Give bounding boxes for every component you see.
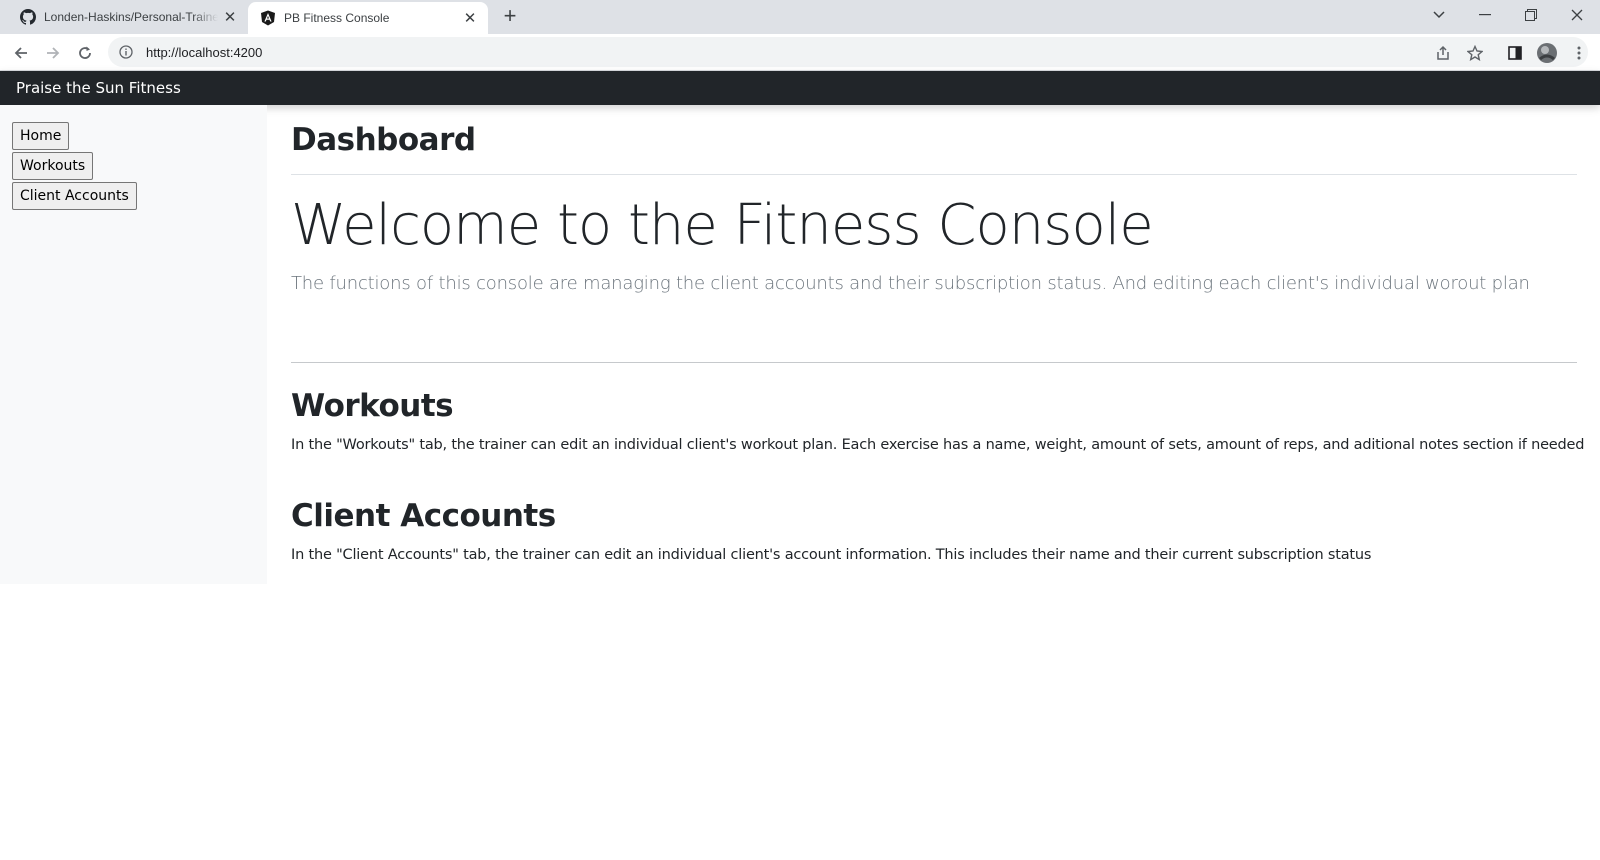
browser-tab-pb-fitness[interactable]: PB Fitness Console ✕ — [248, 2, 488, 34]
sidebar-button-client-accounts[interactable]: Client Accounts — [12, 182, 137, 210]
share-icon[interactable] — [1430, 40, 1456, 66]
welcome-heading: Welcome to the Fitness Console — [291, 193, 1154, 258]
title-divider — [291, 174, 1577, 175]
bookmark-star-icon[interactable] — [1462, 40, 1488, 66]
workouts-description: In the "Workouts" tab, the trainer can e… — [291, 437, 1585, 453]
profile-avatar[interactable] — [1534, 40, 1560, 66]
address-bar[interactable]: http://localhost:4200 — [108, 37, 1588, 67]
angular-icon — [261, 10, 275, 26]
sidebar: Home Workouts Client Accounts — [0, 105, 267, 584]
navbar-brand[interactable]: Praise the Sun Fitness — [16, 79, 181, 97]
new-tab-icon[interactable]: + — [498, 5, 522, 29]
lead-paragraph: The functions of this console are managi… — [291, 273, 1530, 294]
client-accounts-heading: Client Accounts — [291, 498, 556, 534]
app-navbar: Praise the Sun Fitness — [0, 71, 1600, 105]
close-window-icon[interactable] — [1554, 0, 1600, 30]
url-text: http://localhost:4200 — [146, 44, 263, 60]
github-icon — [20, 9, 36, 25]
workouts-heading: Workouts — [291, 388, 454, 424]
sidebar-button-home[interactable]: Home — [12, 122, 70, 150]
side-panel-icon[interactable] — [1502, 40, 1528, 66]
tab-title: Londen-Haskins/Personal-Trainer — [44, 10, 218, 24]
site-info-icon[interactable] — [118, 44, 134, 60]
tab-search-icon[interactable] — [1416, 0, 1462, 30]
menu-kebab-icon[interactable] — [1566, 40, 1592, 66]
reload-icon[interactable] — [72, 40, 98, 66]
window-controls — [1416, 0, 1600, 34]
browser-toolbar: http://localhost:4200 — [0, 34, 1600, 71]
client-accounts-description: In the "Client Accounts" tab, the traine… — [291, 547, 1372, 563]
sidebar-button-workouts[interactable]: Workouts — [12, 152, 94, 180]
tab-title: PB Fitness Console — [284, 11, 390, 25]
section-divider — [291, 362, 1577, 363]
page-title: Dashboard — [291, 122, 476, 158]
restore-icon[interactable] — [1508, 0, 1554, 30]
minimize-icon[interactable] — [1462, 0, 1508, 30]
back-arrow-icon[interactable] — [8, 40, 34, 66]
close-tab-icon[interactable]: ✕ — [458, 9, 482, 27]
browser-tab-github[interactable]: Londen-Haskins/Personal-Trainer ✕ — [0, 0, 248, 34]
browser-tab-strip: Londen-Haskins/Personal-Trainer ✕ PB Fit… — [0, 0, 1600, 34]
close-tab-icon[interactable]: ✕ — [218, 8, 242, 26]
forward-arrow-icon[interactable] — [40, 40, 66, 66]
